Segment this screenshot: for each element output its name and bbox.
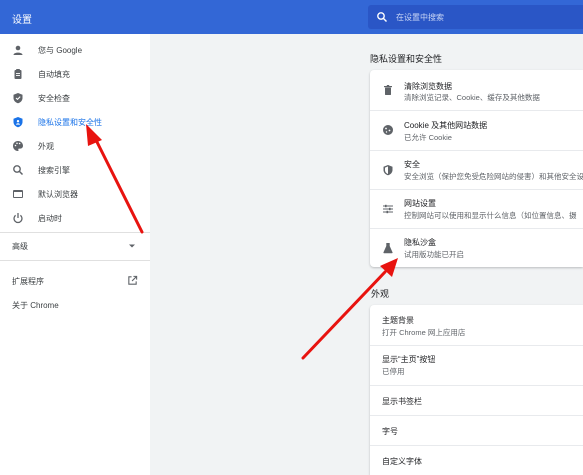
sidebar-item-label: 自动填充 [38, 70, 70, 79]
appearance-card: 主题背景 打开 Chrome 网上应用店 显示“主页”按钮 已停用 显示书签栏 … [370, 305, 583, 475]
row-subtitle: 控制网站可以使用和显示什么信息（如位置信息、摄 [404, 211, 577, 220]
row-subtitle: 打开 Chrome 网上应用店 [382, 328, 466, 337]
trash-icon [384, 85, 392, 95]
row-subtitle: 清除浏览记录、Cookie、缓存及其他数据 [404, 93, 540, 102]
sidebar-item-privacy[interactable]: 隐私设置和安全性 [0, 111, 150, 133]
advanced-label: 高级 [12, 242, 28, 251]
search-icon [377, 12, 387, 22]
row-title: 网站设置 [404, 199, 436, 208]
show-bookmarks-bar-row[interactable]: 显示书签栏 [370, 386, 583, 415]
chevron-down-icon [129, 244, 135, 248]
row-subtitle: 试用版功能已开启 [404, 250, 464, 259]
page-title: 设置 [12, 15, 32, 26]
sidebar-item-appearance[interactable]: 外观 [0, 135, 150, 157]
clear-browsing-data-row[interactable]: 清除浏览数据 清除浏览记录、Cookie、缓存及其他数据 [370, 70, 583, 110]
sidebar-divider [0, 232, 150, 233]
row-subtitle: 安全浏览（保护您免受危险网站的侵害）和其他安全设 [404, 172, 583, 181]
top-bar: 设置 [0, 0, 583, 34]
power-icon [13, 213, 23, 224]
sidebar-item-on-startup[interactable]: 启动时 [0, 207, 150, 229]
row-title: Cookie 及其他网站数据 [404, 121, 488, 130]
clipboard-icon [14, 69, 22, 79]
sidebar-divider [0, 260, 150, 261]
search-box[interactable] [368, 5, 583, 29]
browser-icon [13, 190, 23, 198]
extensions-label: 扩展程序 [12, 277, 44, 286]
privacy-sandbox-row[interactable]: 隐私沙盒 试用版功能已开启 [370, 229, 583, 267]
sidebar-item-label: 默认浏览器 [38, 190, 78, 199]
palette-icon [13, 141, 23, 151]
sidebar-item-label: 启动时 [38, 214, 62, 223]
security-row[interactable]: 安全 安全浏览（保护您免受危险网站的侵害）和其他安全设 [370, 151, 583, 189]
shield-check-icon [13, 93, 23, 104]
font-size-row[interactable]: 字号 [370, 416, 583, 445]
sidebar-advanced-toggle[interactable]: 高级 [0, 235, 150, 257]
person-icon [13, 45, 23, 55]
search-icon [13, 165, 24, 176]
show-home-button-row[interactable]: 显示“主页”按钮 已停用 [370, 346, 583, 385]
theme-row[interactable]: 主题背景 打开 Chrome 网上应用店 [370, 305, 583, 345]
sidebar-item-about-chrome[interactable]: 关于 Chrome [0, 294, 150, 316]
row-subtitle: 已允许 Cookie [404, 133, 452, 142]
cookie-icon [383, 125, 393, 135]
row-subtitle: 已停用 [382, 367, 405, 376]
row-title: 显示“主页”按钮 [382, 355, 436, 364]
security-shield-icon [383, 165, 393, 176]
shield-icon [13, 117, 23, 128]
sidebar-item-label: 隐私设置和安全性 [38, 118, 102, 127]
sidebar-item-label: 搜索引擎 [38, 166, 70, 175]
sidebar: 您与 Google 自动填充 安全检查 隐私设置和安全性 外观 搜索引擎 默认浏… [0, 34, 150, 475]
privacy-card: 清除浏览数据 清除浏览记录、Cookie、缓存及其他数据 Cookie 及其他网… [370, 70, 583, 267]
cookies-row[interactable]: Cookie 及其他网站数据 已允许 Cookie [370, 111, 583, 150]
row-title: 字号 [382, 427, 398, 436]
appearance-section-title: 外观 [371, 289, 390, 299]
sidebar-item-you-and-google[interactable]: 您与 Google [0, 39, 150, 61]
sliders-icon [383, 204, 393, 214]
sidebar-item-label: 外观 [38, 142, 54, 151]
privacy-section-title: 隐私设置和安全性 [370, 54, 443, 64]
sidebar-item-label: 安全检查 [38, 94, 70, 103]
sidebar-item-extensions[interactable]: 扩展程序 [0, 270, 150, 292]
row-title: 安全 [404, 160, 420, 169]
external-link-icon [128, 275, 138, 285]
sidebar-item-autofill[interactable]: 自动填充 [0, 63, 150, 85]
sidebar-item-safety-check[interactable]: 安全检查 [0, 87, 150, 109]
row-title: 自定义字体 [382, 457, 422, 466]
flask-icon [383, 243, 393, 254]
search-input[interactable] [396, 9, 576, 25]
row-title: 隐私沙盒 [404, 238, 436, 247]
row-title: 显示书签栏 [382, 397, 422, 406]
sidebar-item-search-engine[interactable]: 搜索引擎 [0, 159, 150, 181]
sidebar-item-label: 您与 Google [38, 46, 83, 55]
row-title: 主题背景 [382, 316, 414, 325]
about-chrome-label: 关于 Chrome [12, 301, 59, 310]
customize-fonts-row[interactable]: 自定义字体 [370, 446, 583, 475]
site-settings-row[interactable]: 网站设置 控制网站可以使用和显示什么信息（如位置信息、摄 [370, 190, 583, 228]
sidebar-item-default-browser[interactable]: 默认浏览器 [0, 183, 150, 205]
row-title: 清除浏览数据 [404, 82, 452, 91]
